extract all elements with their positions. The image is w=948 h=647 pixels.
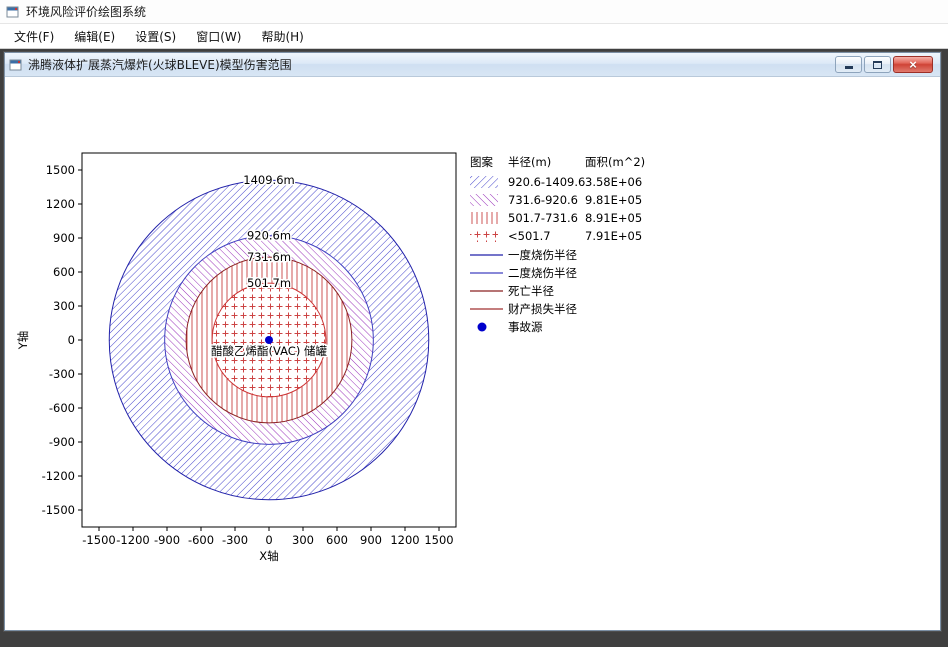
accident-source-label: 醋酸乙烯酯(VAC) 储罐: [211, 344, 327, 358]
legend-hatch-swatch: [470, 176, 498, 188]
x-tick-label: -1200: [116, 533, 149, 547]
x-tick-label: -600: [188, 533, 214, 547]
legend-line-label: 死亡半径: [508, 284, 554, 298]
legend-hatch-swatch: [470, 230, 498, 242]
menu-item-1[interactable]: 文件(F): [4, 23, 64, 50]
legend-area-value: 3.58E+06: [585, 175, 642, 189]
legend-header-area: 面积(m^2): [585, 155, 645, 169]
legend-header-radius: 半径(m): [508, 155, 551, 169]
y-tick-label: 1200: [46, 197, 75, 211]
close-icon: ×: [909, 57, 917, 72]
y-axis-title: Y轴: [16, 331, 30, 351]
x-tick-label: 900: [360, 533, 382, 547]
child-window-body: 1409.6m 920.6m 731.6m 501.7m 醋酸乙烯酯(VAC) 储罐 -1…: [5, 77, 940, 630]
child-window: 沸腾液体扩展蒸汽爆炸(火球BLEVE)模型伤害范围 × 1409.6m 920.…: [4, 52, 941, 631]
child-window-title: 沸腾液体扩展蒸汽爆炸(火球BLEVE)模型伤害范围: [28, 58, 292, 72]
menu-bar: 文件(F) 编辑(E) 设置(S) 窗口(W) 帮助(H): [0, 24, 948, 49]
maximize-button[interactable]: [864, 56, 891, 73]
legend-range-value: 501.7-731.6: [508, 211, 578, 225]
legend-range-value: 731.6-920.6: [508, 193, 578, 207]
legend-line-label: 一度烧伤半径: [508, 248, 577, 262]
legend-hatch-swatch: [470, 194, 498, 206]
legend-area-value: 9.81E+05: [585, 193, 642, 207]
ring-radius-label: 731.6m: [247, 250, 291, 264]
child-window-icon: [9, 58, 23, 72]
x-tick-label: 1500: [424, 533, 453, 547]
ring-radius-label: 920.6m: [247, 229, 291, 243]
x-tick-label: -900: [154, 533, 180, 547]
x-axis-title: X轴: [259, 549, 278, 563]
ring-radius-label: 501.7m: [247, 276, 291, 290]
y-tick-label: -1500: [42, 503, 75, 517]
x-tick-label: 300: [292, 533, 314, 547]
y-tick-label: 300: [53, 299, 75, 313]
y-tick-label: 0: [68, 333, 75, 347]
accident-source-marker: [265, 336, 273, 344]
menu-item-3[interactable]: 设置(S): [125, 23, 186, 50]
legend-range-value: 920.6-1409.6: [508, 175, 585, 189]
app-titlebar: 环境风险评价绘图系统: [0, 0, 948, 24]
legend-line-label: 财产损失半径: [508, 302, 577, 316]
window-controls: ×: [835, 56, 936, 73]
legend-marker-dot: [477, 322, 487, 332]
minimize-button[interactable]: [835, 56, 862, 73]
maximize-icon: [873, 60, 882, 69]
app-icon: [6, 5, 20, 19]
ring-radius-label: 1409.6m: [243, 173, 294, 187]
y-tick-label: 600: [53, 265, 75, 279]
app-title: 环境风险评价绘图系统: [26, 5, 147, 19]
y-tick-label: -600: [49, 401, 75, 415]
y-tick-label: 900: [53, 231, 75, 245]
bleve-damage-chart: 1409.6m 920.6m 731.6m 501.7m 醋酸乙烯酯(VAC) 储罐 -1…: [16, 152, 645, 563]
y-tick-label: -900: [49, 435, 75, 449]
legend-marker-label: 事故源: [508, 320, 543, 334]
legend-line-label: 二度烧伤半径: [508, 266, 577, 280]
x-tick-label: -1500: [82, 533, 115, 547]
y-tick-label: -300: [49, 367, 75, 381]
legend-hatch-swatch: [470, 212, 498, 224]
y-tick-label: -1200: [42, 469, 75, 483]
y-tick-label: 1500: [46, 163, 75, 177]
legend-header-pattern: 图案: [470, 155, 493, 169]
legend-area-value: 7.91E+05: [585, 229, 642, 243]
mdi-client-area: 沸腾液体扩展蒸汽爆炸(火球BLEVE)模型伤害范围 × 1409.6m 920.…: [0, 49, 948, 647]
close-button[interactable]: ×: [893, 56, 933, 73]
minimize-icon: [844, 66, 853, 69]
menu-item-4[interactable]: 窗口(W): [186, 23, 251, 50]
x-tick-label: 1200: [390, 533, 419, 547]
menu-item-2[interactable]: 编辑(E): [64, 23, 125, 50]
child-window-titlebar[interactable]: 沸腾液体扩展蒸汽爆炸(火球BLEVE)模型伤害范围 ×: [5, 53, 940, 77]
x-tick-label: 600: [326, 533, 348, 547]
legend-area-value: 8.91E+05: [585, 211, 642, 225]
menu-item-5[interactable]: 帮助(H): [251, 23, 313, 50]
x-tick-label: -300: [222, 533, 248, 547]
application-window: 环境风险评价绘图系统 文件(F) 编辑(E) 设置(S) 窗口(W) 帮助(H) 沸腾液…: [0, 0, 948, 647]
legend-range-value: <501.7: [508, 229, 551, 243]
x-tick-label: 0: [265, 533, 272, 547]
